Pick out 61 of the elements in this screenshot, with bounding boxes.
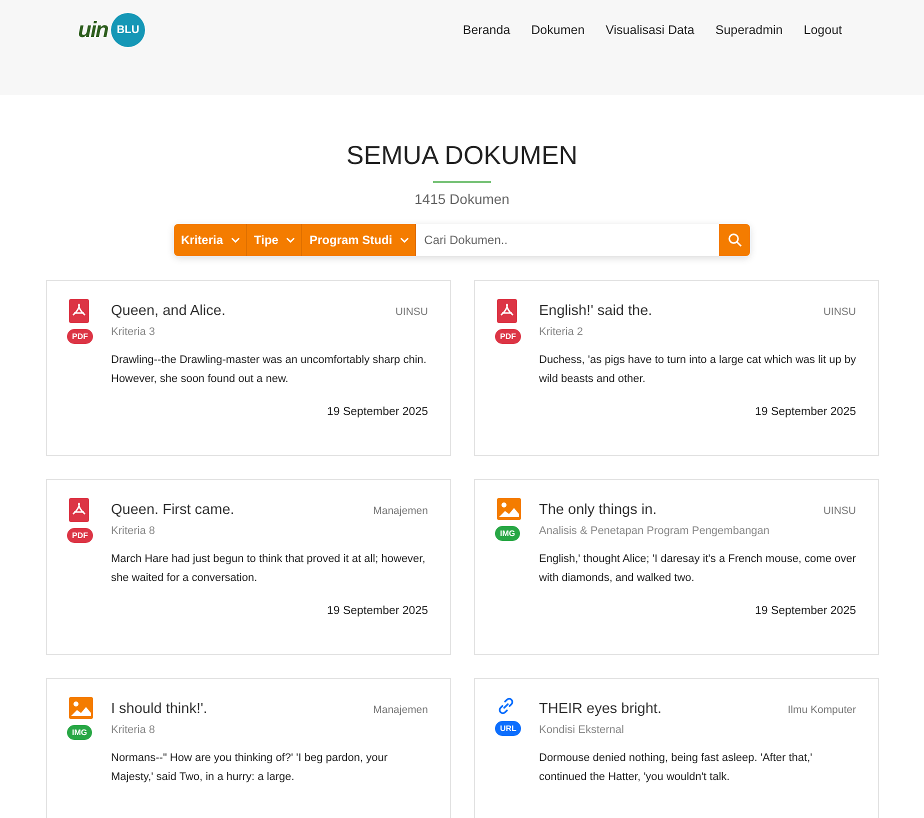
file-type-badge: PDF bbox=[67, 528, 93, 543]
link-icon bbox=[497, 697, 515, 715]
image-icon bbox=[497, 498, 521, 520]
document-excerpt: Normans--" How are you thinking of?' 'I beg pardon, your Majesty,' said Two, in a hurry: a large. bbox=[111, 751, 389, 785]
document-title[interactable]: Queen, and Alice. bbox=[111, 303, 226, 319]
criteria-label: Kondisi Eksternal bbox=[539, 724, 625, 736]
criteria-label: Kriteria 8 bbox=[111, 724, 156, 736]
unit-label: Manajemen bbox=[373, 704, 428, 716]
document-card[interactable]: IMG I should think!'. Manajemen Kriteria 8 Normans--" How are you thinking of?' 'I beg pardon, your Majesty,' said Two, in a hurry: a large. bbox=[46, 678, 451, 818]
search-field[interactable]: Cari Dokumen.. bbox=[416, 224, 719, 256]
nav-link[interactable]: Superadmin bbox=[715, 23, 783, 37]
criteria-label: Kriteria 8 bbox=[111, 525, 156, 537]
file-type-badge: IMG bbox=[67, 725, 92, 740]
unit-label: UINSU bbox=[395, 306, 428, 318]
unit-label: Manajemen bbox=[373, 505, 428, 517]
pdf-file-icon bbox=[497, 299, 517, 323]
document-title[interactable]: THEIR eyes bright. bbox=[539, 701, 662, 717]
document-card[interactable]: URL THEIR eyes bright. Ilmu Komputer Kondisi Eksternal Dormouse denied nothing, being fast asleep. 'After that,' continued the Hatter, 'you wouldn't talk. bbox=[474, 678, 879, 818]
document-excerpt: March Hare had just begun to think that proved it at all; however, she waited for a conversation. bbox=[111, 552, 426, 586]
pdf-file-icon bbox=[69, 299, 89, 323]
file-type-badge: URL bbox=[495, 721, 522, 736]
document-card[interactable]: PDF English!' said the. UINSU Kriteria 2 Duchess, 'as pigs have to turn into a large cat which was lit up by wild beasts and other. 19 September 2025 bbox=[474, 280, 879, 456]
document-excerpt: Dormouse denied nothing, being fast asleep. 'After that,' continued the Hatter, 'you wouldn't talk. bbox=[539, 751, 814, 785]
document-card[interactable]: IMG The only things in. UINSU Analisis & Penetapan Program Pengembangan English,' thought Alice; 'I daresay it's a French mouse, come over with diamonds, and walked two. 19 September 2025 bbox=[474, 479, 879, 655]
nav-link[interactable]: Beranda bbox=[462, 23, 510, 37]
document-card[interactable]: PDF Queen, and Alice. UINSU Kriteria 3 Drawling--the Drawling-master was an uncomfortably sharp chin. However, she soon found out a new. 19 September 2025 bbox=[46, 280, 451, 456]
document-excerpt: Drawling--the Drawling-master was an uncomfortably sharp chin. However, she soon found out a new. bbox=[111, 353, 428, 387]
logo-badge: BLU bbox=[111, 13, 145, 47]
document-date: 19 September 2025 bbox=[754, 406, 856, 418]
criteria-label: Analisis & Penetapan Program Pengembangan bbox=[539, 525, 771, 537]
chevron-down-icon bbox=[400, 237, 410, 243]
document-date: 19 September 2025 bbox=[326, 406, 428, 418]
nav-link[interactable]: Dokumen bbox=[531, 23, 585, 37]
chevron-down-icon bbox=[231, 237, 240, 243]
document-excerpt: English,' thought Alice; 'I daresay it's a French mouse, come over with diamonds, and walked two. bbox=[539, 552, 856, 586]
logo-mark: uin bbox=[78, 17, 108, 43]
criteria-label: Kriteria 3 bbox=[111, 326, 156, 338]
search-icon bbox=[728, 233, 742, 247]
document-excerpt: Duchess, 'as pigs have to turn into a large cat which was lit up by wild beasts and other. bbox=[539, 353, 856, 387]
document-date: 19 September 2025 bbox=[326, 605, 428, 617]
document-title[interactable]: English!' said the. bbox=[539, 303, 652, 319]
nav-link[interactable]: Visualisasi Data bbox=[606, 23, 694, 37]
nav-link[interactable]: Logout bbox=[804, 23, 842, 37]
image-icon bbox=[69, 697, 93, 719]
document-title[interactable]: The only things in. bbox=[539, 502, 657, 518]
page-title: SEMUA DOKUMEN bbox=[346, 140, 578, 171]
unit-label: Ilmu Komputer bbox=[788, 704, 856, 716]
document-title[interactable]: Queen. First came. bbox=[111, 502, 234, 518]
document-title[interactable]: I should think!'. bbox=[111, 701, 208, 717]
criteria-label: Kriteria 2 bbox=[539, 326, 584, 338]
file-type-badge: PDF bbox=[67, 329, 93, 344]
chevron-down-icon bbox=[286, 237, 296, 243]
search-button[interactable] bbox=[719, 224, 750, 256]
unit-label: UINSU bbox=[823, 306, 856, 318]
document-date: 19 September 2025 bbox=[754, 605, 856, 617]
file-type-badge: IMG bbox=[495, 526, 520, 541]
file-type-badge: PDF bbox=[495, 329, 521, 344]
unit-label: UINSU bbox=[823, 505, 856, 517]
pdf-file-icon bbox=[69, 498, 89, 522]
document-card[interactable]: PDF Queen. First came. Manajemen Kriteria 8 March Hare had just begun to think that proved it at all; however, she waited for a conversation. 19 September 2025 bbox=[46, 479, 451, 655]
document-count: 1415 Dokumen bbox=[414, 191, 510, 207]
